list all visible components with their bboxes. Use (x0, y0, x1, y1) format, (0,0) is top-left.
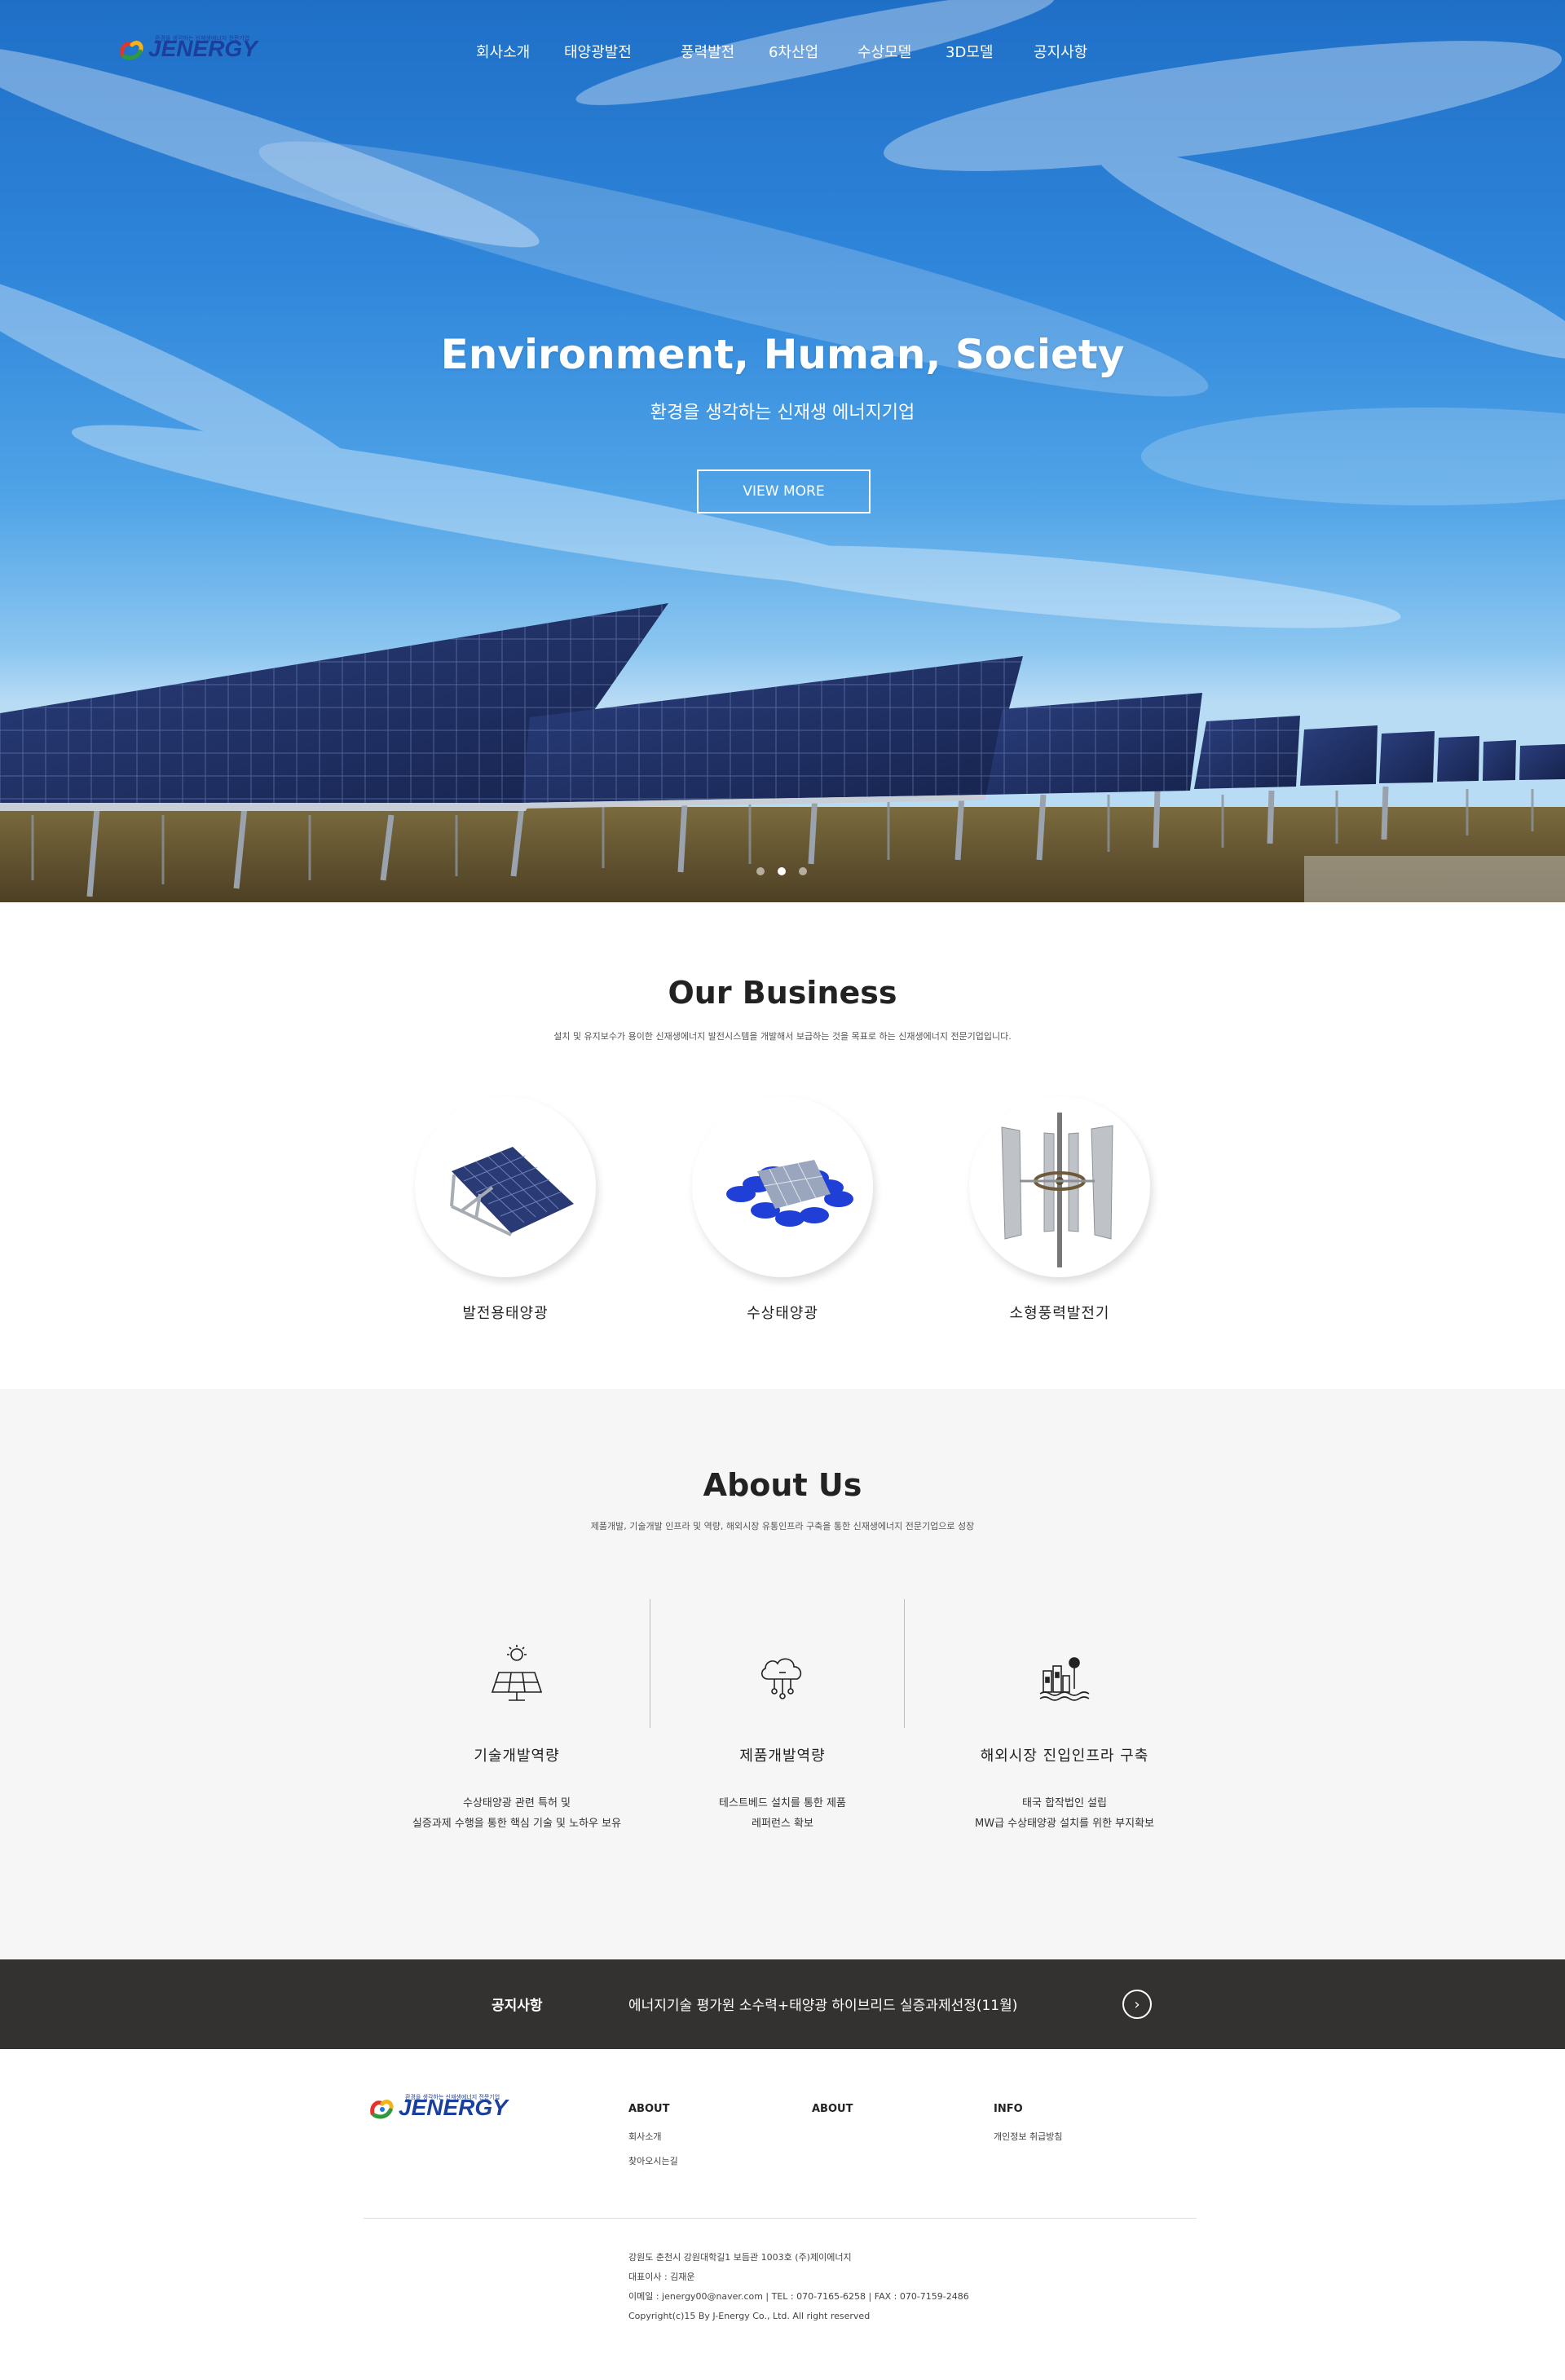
nav-item-wind[interactable]: 풍력발전 (681, 41, 734, 62)
business-item-wind-turbine[interactable]: 소형풍력발전기 (966, 1096, 1153, 1323)
footer-company-info: 강원도 춘천시 강원대학길1 보듬관 1003호 (주)제이에너지 대표이사 :… (628, 2248, 969, 2326)
slider-dot[interactable] (756, 867, 765, 875)
notice-label: 공지사항 (492, 1998, 543, 2014)
business-description: 설치 및 유지보수가 용이한 신재생에너지 발전시스템을 개발해서 보급하는 것… (553, 1031, 1012, 1042)
business-item-label: 수상태양광 (747, 1305, 818, 1322)
footer-column-about-2: ABOUT (812, 2103, 853, 2115)
about-description: 제품개발, 기술개발 인프라 및 역량, 해외시장 유통인프라 구축을 통한 신… (590, 1521, 975, 1532)
nav-item-3d-model[interactable]: 3D모델 (946, 41, 993, 62)
factory-water-icon (1032, 1643, 1097, 1708)
footer-link-company[interactable]: 회사소개 (628, 2130, 678, 2143)
footer-column-heading: ABOUT (628, 2103, 670, 2115)
footer-column-info: INFO 개인정보 취급방침 (994, 2103, 1062, 2143)
about-item-text: 테스트베드 설치를 통한 제품 레퍼런스 확보 (652, 1793, 913, 1834)
footer-link-directions[interactable]: 찾아오시는길 (628, 2154, 678, 2167)
hero-background-image (0, 0, 1565, 902)
about-item-title: 제품개발역량 (739, 1748, 826, 1765)
about-item-text: 수상태양광 관련 특허 및 실증과제 수행을 통한 핵심 기술 및 노하우 보유 (386, 1793, 647, 1834)
hero-section: JENERGY 환경을 생각하는 신재생에너지 전문기업 회사소개 태양광발전 … (0, 0, 1565, 902)
footer-divider (364, 2218, 1197, 2219)
logo-mark-icon (369, 2096, 395, 2120)
footer-link-privacy[interactable]: 개인정보 취급방침 (994, 2130, 1062, 2143)
about-item-line: 실증과제 수행을 통한 핵심 기술 및 노하우 보유 (412, 1818, 622, 1830)
footer-column-heading: INFO (994, 2103, 1023, 2115)
about-item-product: 제품개발역량 테스트베드 설치를 통한 제품 레퍼런스 확보 (652, 1643, 913, 1834)
footer-copyright: Copyright(c)15 By J-Energy Co., Ltd. All… (628, 2311, 871, 2321)
view-more-button[interactable]: VIEW MORE (697, 469, 871, 513)
solar-panel-sun-icon (484, 1643, 549, 1708)
footer-ceo: 대표이사 : 김재운 (628, 2272, 695, 2282)
about-item-text: 태국 합작법인 설립 MW급 수상태양광 설치를 위한 부지확보 (934, 1793, 1195, 1834)
chevron-right-icon[interactable]: › (1122, 1990, 1152, 2019)
slider-dot-active[interactable] (778, 867, 786, 875)
about-item-line: MW급 수상태양광 설치를 위한 부지확보 (975, 1818, 1154, 1830)
footer-contact: 이메일 : jenergy00@naver.com | TEL : 070-71… (628, 2291, 969, 2302)
nav-item-6th-industry[interactable]: 6차산업 (769, 41, 818, 62)
wind-turbine-image (969, 1096, 1150, 1277)
business-item-label: 소형풍력발전기 (1009, 1305, 1110, 1322)
cloud-network-icon (750, 1643, 815, 1708)
nav-item-notice[interactable]: 공지사항 (1034, 41, 1087, 62)
ground-solar-image (415, 1096, 596, 1277)
about-item-line: 레퍼런스 확보 (752, 1818, 813, 1830)
about-item-line: 수상태양광 관련 특허 및 (463, 1797, 571, 1809)
notice-bar: 공지사항 에너지기술 평가원 소수력+태양광 하이브리드 실증과제선정(11월)… (0, 1959, 1565, 2049)
hero-subtitle: 환경을 생각하는 신재생 에너지기업 (650, 403, 915, 423)
business-item-floating-solar[interactable]: 수상태양광 (689, 1096, 876, 1323)
footer-column-heading: ABOUT (812, 2103, 853, 2115)
nav-item-company[interactable]: 회사소개 (476, 41, 530, 62)
about-title: About Us (703, 1467, 862, 1503)
nav-item-floating-model[interactable]: 수상모델 (857, 41, 911, 62)
nav-item-solar[interactable]: 태양광발전 (564, 41, 632, 62)
footer-address: 강원도 춘천시 강원대학길1 보듬관 1003호 (주)제이에너지 (628, 2252, 852, 2263)
about-item-title: 해외시장 진입인프라 구축 (980, 1748, 1149, 1765)
logo-tagline: 환경을 생각하는 신재생에너지 전문기업 (405, 2094, 500, 2100)
about-item-line: 태국 합작법인 설립 (1022, 1797, 1107, 1809)
hero-title: Environment, Human, Society (440, 331, 1125, 378)
about-item-overseas: 해외시장 진입인프라 구축 태국 합작법인 설립 MW급 수상태양광 설치를 위… (934, 1643, 1195, 1834)
about-section: About Us 제품개발, 기술개발 인프라 및 역량, 해외시장 유통인프라… (0, 1389, 1565, 1959)
footer-logo[interactable]: JENERGY 환경을 생각하는 신재생에너지 전문기업 (369, 2094, 508, 2121)
slider-pagination (756, 867, 807, 875)
main-nav: 회사소개 태양광발전 풍력발전 6차산업 수상모델 3D모델 공지사항 (0, 41, 1565, 62)
footer-column-about: ABOUT 회사소개 찾아오시는길 (628, 2103, 678, 2167)
about-item-title: 기술개발역량 (474, 1748, 560, 1765)
notice-headline-link[interactable]: 에너지기술 평가원 소수력+태양광 하이브리드 실증과제선정(11월) (628, 1994, 1017, 2014)
business-item-label: 발전용태양광 (462, 1305, 549, 1322)
about-item-tech: 기술개발역량 수상태양광 관련 특허 및 실증과제 수행을 통한 핵심 기술 및… (386, 1643, 647, 1834)
business-item-ground-solar[interactable]: 발전용태양광 (412, 1096, 599, 1323)
floating-solar-image (692, 1096, 873, 1277)
business-title: Our Business (668, 975, 897, 1011)
about-item-line: 테스트베드 설치를 통한 제품 (719, 1797, 846, 1809)
slider-dot[interactable] (799, 867, 807, 875)
